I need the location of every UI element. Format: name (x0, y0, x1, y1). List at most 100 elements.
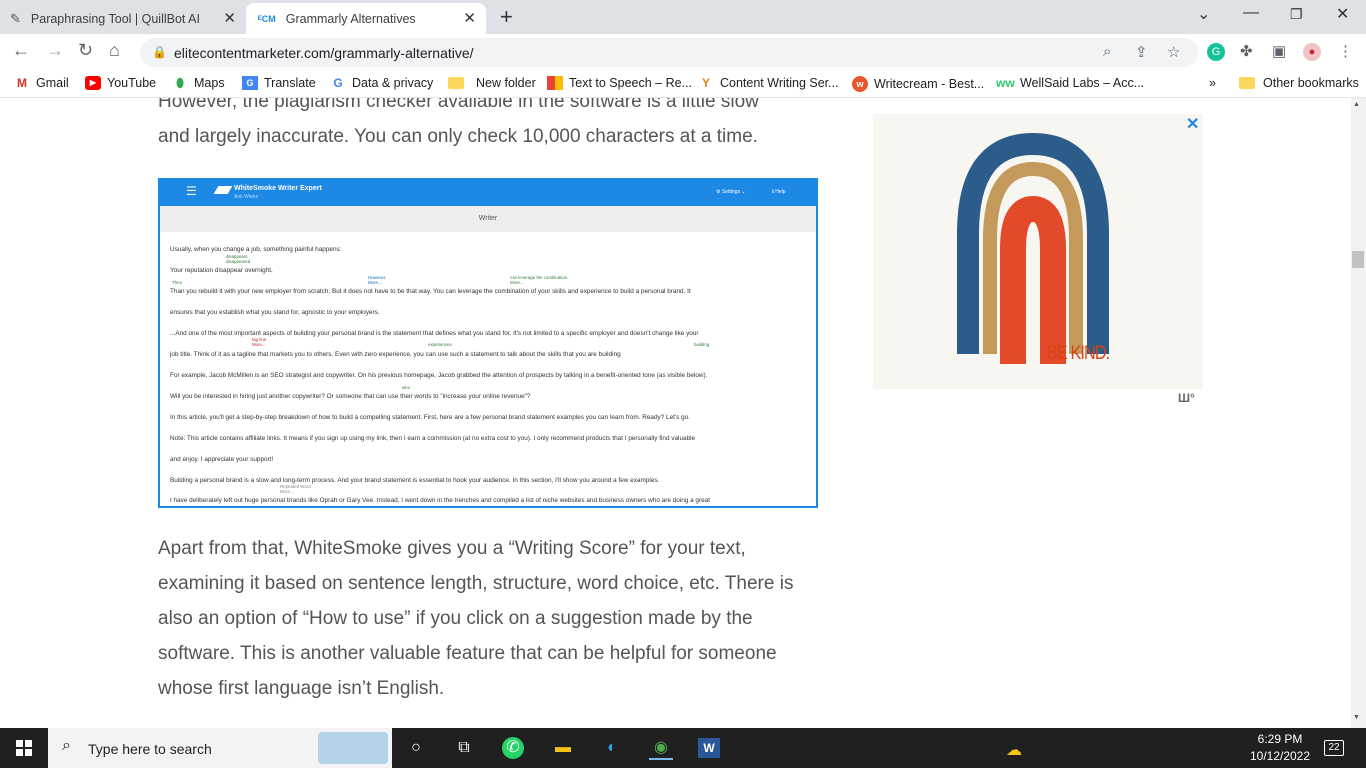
whatsapp-icon[interactable]: ✆ (502, 737, 524, 759)
bookmark-text-to-speech[interactable]: Text to Speech – Re... (547, 76, 692, 90)
app-title: WhiteSmoke Writer Expert (234, 185, 322, 192)
volume-icon[interactable]: ◁) (1226, 740, 1244, 760)
home-icon[interactable]: ⌂ (109, 40, 120, 61)
browser-toolbar: ← → ↻ ⌂ 🔒 elitecontentmarketer.com/gramm… (0, 34, 1366, 71)
forward-icon[interactable]: → (46, 40, 64, 61)
close-ad-icon[interactable]: ✕ (1186, 114, 1199, 134)
bookmark-writecream[interactable]: w Writecream - Best... (852, 76, 984, 92)
app-subtitle: Anti Works (234, 194, 259, 200)
address-bar[interactable]: 🔒 elitecontentmarketer.com/grammarly-alt… (140, 38, 1198, 67)
ws-text-line: and enjoy. I appreciate your support! (170, 456, 274, 463)
notifications-icon[interactable]: 22 (1324, 740, 1344, 756)
folder-icon (1239, 77, 1255, 89)
ws-text-line: I have deliberately left out huge person… (170, 497, 710, 504)
folder-icon (448, 77, 464, 89)
tab-quillbot[interactable]: ✎ Paraphrasing Tool | QuillBot AI ✕ (10, 3, 246, 34)
rainbow-illustration (957, 132, 1109, 364)
profile-avatar-icon[interactable]: ● (1303, 43, 1321, 61)
bookmark-content-writing[interactable]: Y Content Writing Ser... (698, 76, 839, 90)
ws-text-line: Your reputation disappear overnight. (170, 267, 273, 274)
close-tab-icon[interactable]: ✕ (223, 9, 236, 27)
ws-text-line: In this article, you'll get a step-by-st… (170, 414, 690, 421)
clock[interactable]: 6:29 PM 10/12/2022 (1248, 731, 1312, 765)
new-tab-icon[interactable]: + (500, 4, 513, 30)
ws-text-line: job title. Think of it as a tagline that… (170, 351, 621, 358)
ad-text: BE KIND. (1047, 343, 1110, 364)
grammarly-extension-icon[interactable]: G (1207, 43, 1225, 61)
word-icon[interactable]: W (698, 738, 720, 758)
youtube-icon: ▶ (85, 76, 101, 90)
windows-taskbar: ⌕ Type here to search ○ ⧉ ✆ ▬ ◐ ◉ W ☁ 27… (0, 728, 1366, 768)
tab-search-chevron-icon[interactable]: ⌄ (1197, 4, 1210, 24)
close-window-icon[interactable]: ✕ (1336, 4, 1349, 24)
bookmark-new-folder[interactable]: New folder (448, 76, 536, 90)
ad-banner[interactable] (873, 114, 1203, 389)
search-highlight-image (318, 732, 388, 764)
restore-icon[interactable]: ❐ (1290, 6, 1303, 23)
side-panel-icon[interactable]: ▣ (1272, 42, 1286, 60)
tray-chevron-icon[interactable]: ⌃ (1134, 740, 1147, 760)
chrome-icon[interactable]: ◉ (649, 736, 673, 760)
ws-text-line: ...And one of the most important aspects… (170, 330, 699, 337)
search-placeholder: Type here to search (88, 741, 212, 757)
task-view-icon[interactable]: ⧉ (452, 736, 476, 760)
tab-title: Grammarly Alternatives (285, 11, 416, 26)
ad-network-logo[interactable]: Ш° (1178, 391, 1195, 405)
article-paragraph: Apart from that, WhiteSmoke gives you a … (158, 538, 794, 699)
vertical-scrollbar[interactable] (1351, 98, 1366, 728)
taskbar-search-box[interactable]: ⌕ Type here to search (48, 728, 392, 768)
cortana-icon[interactable]: ○ (404, 736, 428, 760)
scrollbar-thumb[interactable] (1352, 251, 1364, 268)
ws-text-line: ensures that you establish what you stan… (170, 309, 380, 316)
ws-text-line: Usually, when you change a job, somethin… (170, 246, 342, 253)
translate-icon: G (242, 76, 258, 90)
bookmark-maps[interactable]: ⬮ Maps (172, 76, 224, 90)
url-text[interactable]: elitecontentmarketer.com/grammarly-alter… (174, 45, 474, 61)
close-tab-icon[interactable]: ✕ (463, 9, 476, 27)
bookmark-star-icon[interactable]: ☆ (1167, 43, 1180, 61)
bookmark-youtube[interactable]: ▶ YouTube (85, 76, 156, 90)
bookmark-translate[interactable]: G Translate (242, 76, 316, 90)
writecream-icon: w (852, 76, 868, 92)
tab-grammarly-alternatives[interactable]: ᴱCM Grammarly Alternatives ✕ (246, 3, 486, 34)
bookmark-wellsaid[interactable]: ww WellSaid Labs – Acc... (996, 76, 1144, 90)
help-label: ℹ Help (772, 189, 786, 195)
menu-kebab-icon[interactable]: ⋮ (1338, 42, 1353, 60)
tab-strip: ✎ Paraphrasing Tool | QuillBot AI ✕ ᴱCM … (0, 0, 1366, 34)
ws-text-line: Note: This article contains affiliate li… (170, 435, 696, 442)
edge-icon[interactable]: ◐ (600, 736, 624, 760)
ws-text-line: Will you be interested in hiring just an… (170, 393, 531, 400)
pen-icon[interactable]: ▭ (1157, 740, 1172, 760)
bookmark-data-privacy[interactable]: G Data & privacy (330, 76, 433, 90)
search-icon: ⌕ (62, 737, 71, 754)
lock-icon[interactable]: 🔒 (152, 45, 167, 59)
wifi-icon[interactable]: ◠ (1206, 740, 1220, 760)
minimize-icon[interactable]: — (1243, 4, 1259, 22)
file-explorer-icon[interactable]: ▬ (551, 736, 575, 760)
bookmarks-overflow[interactable]: » (1209, 76, 1216, 90)
back-icon[interactable]: ← (12, 40, 30, 61)
maps-icon: ⬮ (176, 76, 184, 90)
ws-text-line: Building a personal brand is a slow and … (170, 477, 660, 484)
weather-icon[interactable]: ☁ (1006, 740, 1022, 760)
scroll-up-arrow-icon[interactable]: ▲ (1353, 101, 1360, 108)
windows-start-icon[interactable] (16, 740, 32, 756)
battery-icon[interactable]: ▭ (1181, 740, 1196, 760)
bookmark-other[interactable]: Other bookmarks (1239, 76, 1359, 90)
ws-text-line: For example, Jacob McMillen is an SEO st… (170, 372, 708, 379)
bookmark-gmail[interactable]: M Gmail (14, 76, 69, 90)
scroll-down-arrow-icon[interactable]: ▼ (1353, 714, 1360, 721)
weather-text[interactable]: 27°C Smoke (1038, 740, 1128, 758)
reload-icon[interactable]: ↻ (78, 40, 93, 61)
content-writing-icon: Y (701, 76, 710, 90)
whitesmoke-header: ☰ WhiteSmoke Writer Expert Anti Works ⚙ … (160, 180, 816, 206)
settings-label: ⚙ Settings ⌄ (716, 189, 746, 195)
google-icon: G (333, 76, 343, 90)
wellsaid-icon: ww (996, 76, 1015, 90)
share-icon[interactable]: ⇪ (1135, 43, 1148, 61)
ecm-icon: ᴱCM (258, 13, 276, 24)
article-paragraph: However, the plagiarism checker availabl… (158, 98, 759, 147)
extensions-icon[interactable]: ✤ (1240, 42, 1253, 60)
tab-title: Paraphrasing Tool | QuillBot AI (30, 11, 200, 26)
zoom-icon[interactable]: ⌕ (1103, 43, 1111, 60)
